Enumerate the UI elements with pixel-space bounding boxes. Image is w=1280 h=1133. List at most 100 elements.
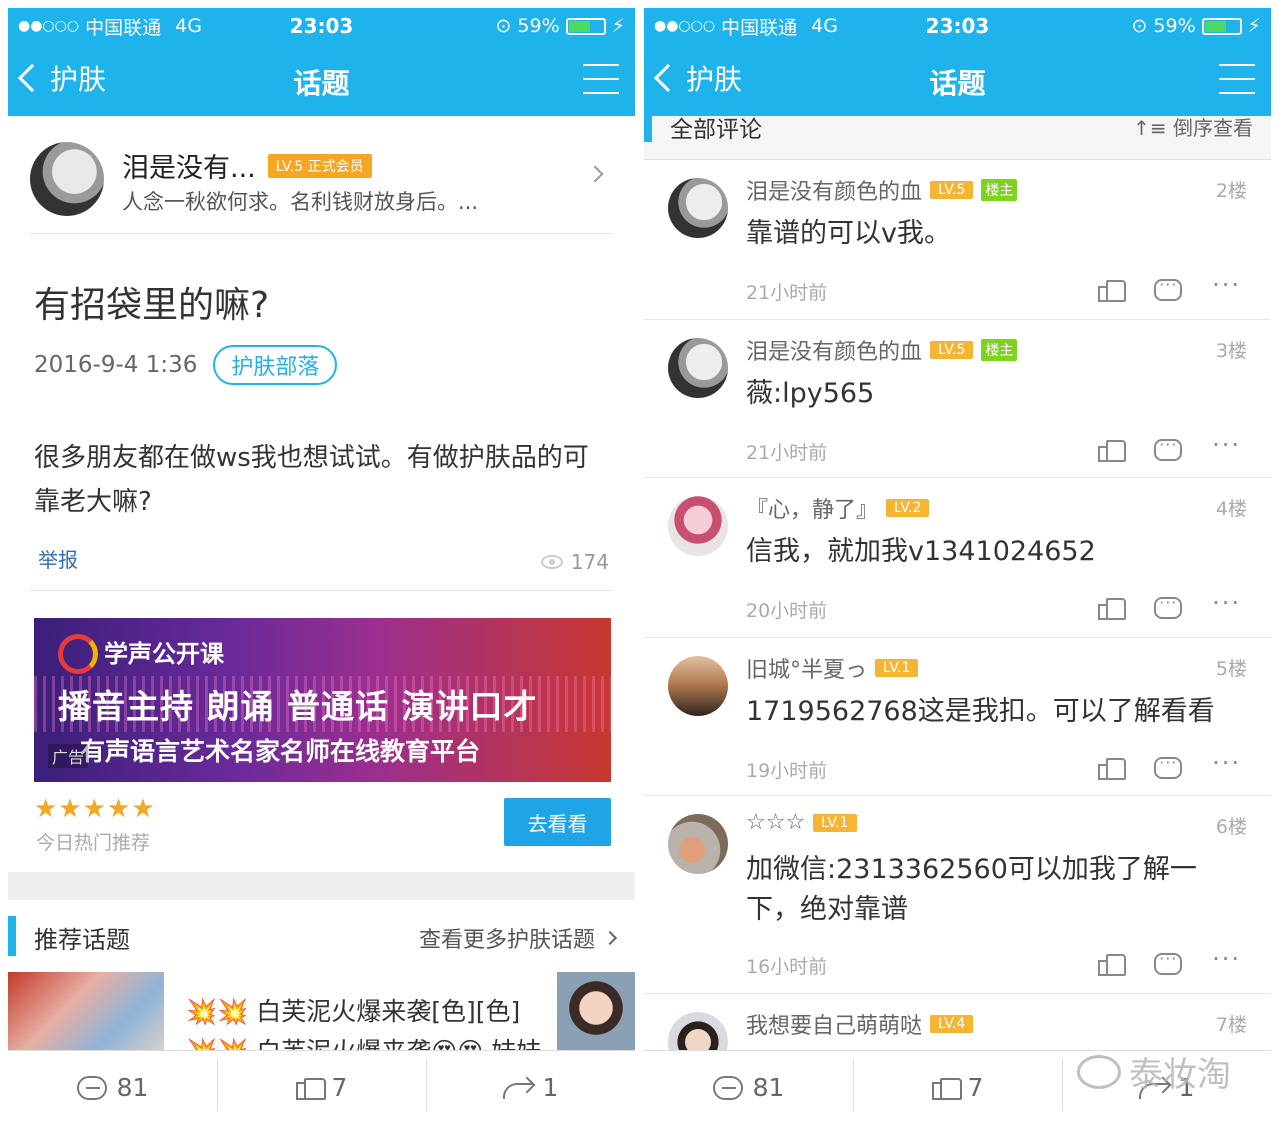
go-see-button[interactable]: 去看看 [504, 798, 611, 846]
thumbs-up-icon [931, 1076, 962, 1100]
menu-icon[interactable] [1219, 64, 1255, 94]
chevron-left-icon [653, 63, 683, 93]
avatar[interactable] [668, 656, 728, 716]
recommend-item-subtitle: 💥💥 白芙泥火爆来袭😍😍 妹妹 [186, 1037, 542, 1052]
comment-item: 我想要自己萌萌哒 LV.4 7楼 [644, 994, 1271, 1072]
ad-label: 广告 [48, 744, 89, 768]
thumbnail [557, 972, 635, 1052]
back-label: 护肤 [50, 63, 107, 96]
avatar[interactable] [668, 814, 728, 874]
rotation-lock-icon: ⊙ [495, 15, 512, 37]
chevron-right-icon [602, 930, 618, 946]
commenter-name[interactable]: 我想要自己萌萌哒 [746, 1008, 922, 1040]
tribe-tag[interactable]: 护肤部落 [213, 345, 338, 385]
thumbs-up-icon[interactable] [1098, 952, 1127, 976]
level-badge: LV.5 [930, 341, 974, 359]
more-topics-link[interactable]: 查看更多护肤话题 [419, 922, 618, 954]
eye-icon [540, 555, 563, 569]
left-screen: ●●○○○ 中国联通 4G 23:03 ⊙ 59% ⚡ 护肤 话题 泪是没有..… [8, 8, 635, 1124]
wechat-icon [1077, 1054, 1121, 1089]
battery-percent: 59% [1153, 15, 1196, 37]
op-badge: 楼主 [981, 179, 1018, 201]
status-bar: ●●○○○ 中国联通 4G 23:03 ⊙ 59% ⚡ [644, 8, 1271, 44]
author-name: 泪是没有... [122, 153, 256, 184]
view-count-value: 174 [570, 550, 609, 574]
reply-icon[interactable] [1154, 275, 1183, 301]
network-label: 4G [175, 15, 202, 37]
thumbs-up-icon[interactable] [1098, 438, 1127, 462]
comments-title: 全部评论 [670, 117, 762, 143]
back-button[interactable]: 护肤 [653, 58, 742, 98]
more-icon[interactable]: ··· [1212, 431, 1241, 459]
thumbs-up-icon[interactable] [1098, 278, 1127, 302]
thumbs-up-icon[interactable] [1098, 756, 1127, 780]
recommend-item[interactable]: 💥💥 白芙泥火爆来袭[色][色] 💥💥 白芙泥火爆来袭😍😍 妹妹 [8, 972, 635, 1052]
bottom-action-bar: 81 7 1 [8, 1050, 635, 1124]
commenter-name[interactable]: ☆☆☆ [746, 810, 805, 835]
commenter-name[interactable]: 泪是没有颜色的血 [746, 334, 922, 366]
comment-time: 16小时前 [746, 956, 828, 978]
battery-icon [1201, 17, 1242, 35]
comment-button[interactable]: 81 [8, 1073, 217, 1102]
thumbs-up-icon[interactable] [1098, 596, 1127, 620]
report-link[interactable]: 举报 [38, 544, 78, 573]
comment-text: 靠谱的可以v我。 [746, 218, 951, 249]
avatar[interactable] [668, 178, 728, 238]
op-badge: 楼主 [981, 339, 1018, 361]
view-count: 174 [540, 550, 609, 574]
more-icon[interactable]: ··· [1212, 589, 1241, 617]
post-title: 有招袋里的嘛? [34, 285, 270, 326]
comment-count: 81 [116, 1073, 149, 1102]
back-button[interactable]: 护肤 [17, 58, 107, 98]
network-label: 4G [811, 15, 838, 37]
share-button[interactable]: 1 [426, 1059, 635, 1111]
comment-item: 旧城°半夏っ LV.1 5楼 1719562768这是我扣。可以了解看看 19小… [644, 638, 1271, 796]
chevron-left-icon [17, 63, 47, 93]
reply-icon[interactable] [1154, 753, 1183, 779]
comment-time: 21小时前 [746, 442, 828, 464]
ad-banner[interactable]: 学声公开课 播音主持 朗诵 普通话 演讲口才 有声语言艺术名家名师在线教育平台 … [34, 618, 611, 782]
page-title: 话题 [929, 67, 986, 100]
level-badge: LV.2 [886, 499, 930, 517]
signal-icon: ●●○○○ [654, 18, 716, 34]
reply-icon[interactable] [1154, 435, 1183, 461]
nav-bar: 护肤 话题 [8, 44, 635, 116]
thumbs-up-icon [295, 1076, 326, 1100]
charging-icon: ⚡ [1247, 15, 1261, 37]
like-button[interactable]: 7 [853, 1059, 1062, 1111]
floor-number: 6楼 [1215, 816, 1247, 838]
comment-time: 21小时前 [746, 282, 828, 304]
more-icon[interactable]: ··· [1212, 749, 1241, 777]
commenter-name[interactable]: 旧城°半夏っ [746, 652, 867, 684]
comment-time: 20小时前 [746, 600, 828, 622]
comment-item: 泪是没有颜色的血 LV.5 楼主 2楼 靠谱的可以v我。 21小时前 ··· [644, 160, 1271, 320]
clock: 23:03 [289, 14, 354, 38]
avatar[interactable] [668, 338, 728, 398]
more-icon[interactable]: ··· [1212, 945, 1241, 973]
floor-number: 4楼 [1215, 498, 1247, 520]
comment-item: ☆☆☆ LV.1 6楼 加微信:2313362560可以加我了解一下，绝对靠谱 … [644, 796, 1271, 994]
accent-bar [644, 116, 652, 142]
floor-number: 3楼 [1215, 340, 1247, 362]
menu-icon[interactable] [583, 64, 619, 94]
level-badge: LV.1 [813, 813, 857, 832]
like-button[interactable]: 7 [217, 1059, 426, 1111]
like-count: 7 [331, 1073, 348, 1102]
avatar[interactable] [668, 496, 728, 556]
reverse-order-toggle[interactable]: ↑≡ 倒序查看 [1133, 116, 1253, 141]
comment-item: 『心，静了』 LV.2 4楼 信我，就加我v1341024652 20小时前 ·… [644, 478, 1271, 638]
recommend-item-title: 💥💥 白芙泥火爆来袭[色][色] [186, 997, 521, 1026]
reply-icon[interactable] [1154, 593, 1183, 619]
reply-icon[interactable] [1154, 949, 1183, 975]
avatar[interactable] [30, 142, 104, 216]
comment-count: 81 [752, 1073, 785, 1102]
comment-button[interactable]: 81 [644, 1073, 853, 1102]
right-screen: ●●○○○ 中国联通 4G 23:03 ⊙ 59% ⚡ 护肤 话题 全部评论 ↑… [644, 8, 1271, 1124]
ad-tagline: 有声语言艺术名家名师在线教育平台 [80, 737, 481, 766]
author-row[interactable]: 泪是没有... LV.5 正式会员 人念一秋欲何求。名利钱财放身后。... [30, 134, 613, 234]
charging-icon: ⚡ [611, 15, 625, 37]
more-icon[interactable]: ··· [1212, 271, 1241, 299]
commenter-name[interactable]: 『心，静了』 [746, 492, 878, 524]
commenter-name[interactable]: 泪是没有颜色的血 [746, 174, 922, 206]
battery-percent: 59% [517, 15, 560, 37]
